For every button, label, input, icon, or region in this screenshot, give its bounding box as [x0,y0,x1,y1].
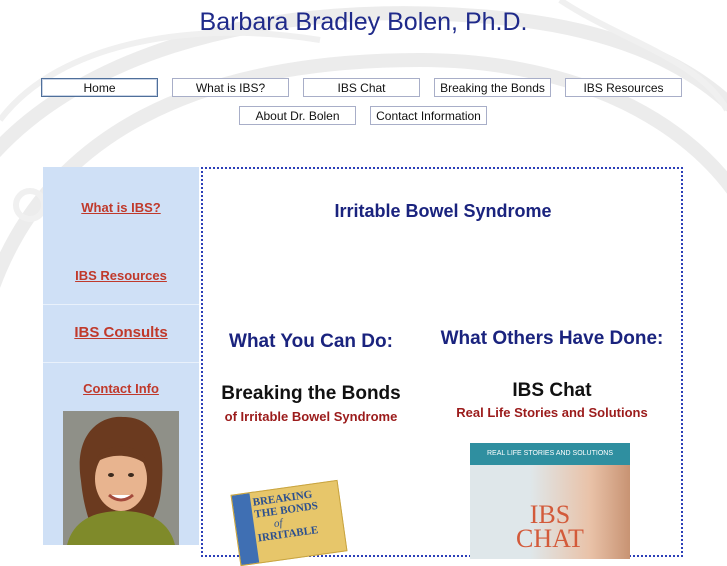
ibs-chat-cover[interactable]: REAL LIFE STORIES AND SOLUTIONS IBS CHAT [470,443,630,559]
sidebar-link-ibs-resources[interactable]: IBS Resources [43,268,199,283]
sidebar-link-what-is-ibs[interactable]: What is IBS? [43,200,199,215]
nav-breaking-the-bonds-button[interactable]: Breaking the Bonds [434,78,551,97]
nav-contact-button[interactable]: Contact Information [370,106,487,125]
nav-about-button[interactable]: About Dr. Bolen [239,106,356,125]
sidebar-divider [43,362,199,363]
sidebar-link-contact-info[interactable]: Contact Info [43,381,199,396]
sidebar-divider [43,304,199,305]
ibs-chat-subtitle: Real Life Stories and Solutions [456,405,648,420]
right-column-heading: What Others Have Done: [440,328,664,349]
breaking-the-bonds-subtitle: of Irritable Bowel Syndrome [224,409,398,424]
author-photo [63,411,179,545]
breaking-the-bonds-title[interactable]: Breaking the Bonds [209,383,413,405]
nav-home-button[interactable]: Home [41,78,158,97]
site-title: Barbara Bradley Bolen, Ph.D. [199,8,528,36]
nav-ibs-chat-button[interactable]: IBS Chat [303,78,420,97]
ibs-chat-title[interactable]: IBS Chat [429,380,675,402]
main-content-panel: Irritable Bowel Syndrome What You Can Do… [201,167,683,566]
cover-banner: REAL LIFE STORIES AND SOLUTIONS [470,443,630,465]
nav-what-is-ibs-button[interactable]: What is IBS? [172,78,289,97]
sidebar-link-ibs-consults[interactable]: IBS Consults [43,324,199,341]
page-heading: Irritable Bowel Syndrome [334,201,552,221]
left-column-heading: What You Can Do: [229,331,393,352]
cover-big-text: CHAT [516,524,584,553]
sidebar: What is IBS? IBS Resources IBS Consults … [43,167,199,545]
breaking-the-bonds-cover[interactable]: BREAKING THE BONDS of IRRITABLE [230,479,348,566]
nav-ibs-resources-button[interactable]: IBS Resources [565,78,682,97]
